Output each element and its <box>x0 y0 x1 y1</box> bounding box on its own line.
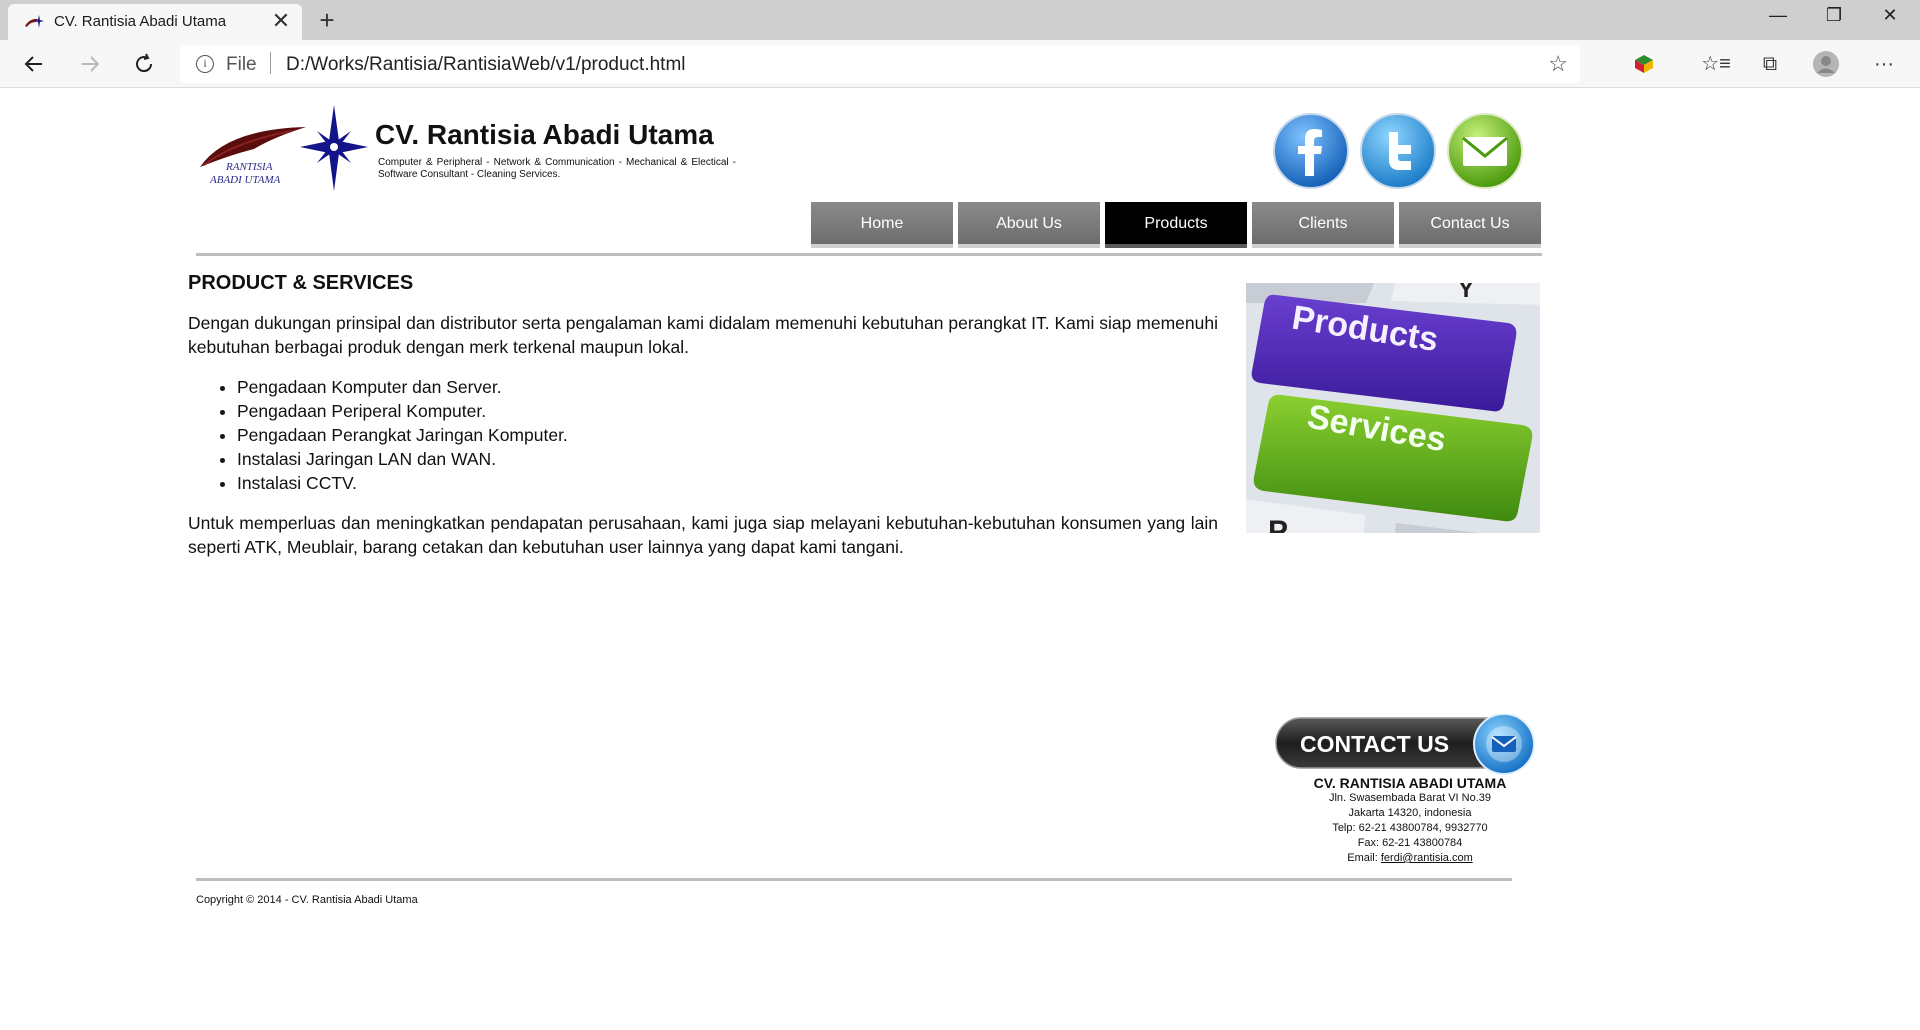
collections-icon: ⧉ <box>1762 53 1778 75</box>
favorites-button[interactable]: ☆≡ <box>1698 48 1734 80</box>
browser-tabstrip: CV. Rantisia Abadi Utama ✕ + — ❐ ✕ <box>0 0 1920 40</box>
site-title: CV. Rantisia Abadi Utama <box>375 119 714 150</box>
list-item: Instalasi Jaringan LAN dan WAN. <box>237 447 1218 471</box>
company-contact-info: CV. RANTISIA ABADI UTAMA Jln. Swasembada… <box>1276 775 1544 866</box>
facebook-link[interactable] <box>1272 112 1350 190</box>
menu-item-products[interactable]: Products <box>1105 202 1247 248</box>
company-address-line1: Jln. Swasembada Barat VI No.39 <box>1328 792 1492 804</box>
extension-button[interactable] <box>1626 48 1662 80</box>
contact-us-banner[interactable]: CONTACT US <box>1274 714 1550 780</box>
tab-close-icon[interactable]: ✕ <box>270 10 292 32</box>
company-fax: Fax: 62-21 43800784 <box>1357 837 1463 849</box>
refresh-icon <box>136 53 153 73</box>
main-content: PRODUCT & SERVICES Dengan dukungan prins… <box>188 272 1218 559</box>
new-tab-button[interactable]: + <box>312 6 342 34</box>
menu-item-clients[interactable]: Clients <box>1252 202 1394 248</box>
info-icon[interactable]: i <box>196 55 214 73</box>
url-text[interactable]: D:/Works/Rantisia/RantisiaWeb/v1/product… <box>286 54 686 76</box>
back-button[interactable] <box>16 48 52 80</box>
restore-button[interactable]: ❐ <box>1806 0 1862 34</box>
list-item: Instalasi CCTV. <box>237 471 1218 495</box>
refresh-button[interactable] <box>126 48 162 80</box>
company-name: CV. RANTISIA ABADI UTAMA <box>1313 775 1507 791</box>
logo-text-line1: RANTISIA <box>225 161 273 173</box>
back-icon <box>24 56 42 72</box>
email-label: Email: <box>1347 852 1378 864</box>
menu-item-about-us[interactable]: About Us <box>958 202 1100 248</box>
list-item: Pengadaan Periperal Komputer. <box>237 399 1218 423</box>
svg-text:P: P <box>1268 515 1288 533</box>
profile-icon <box>1813 51 1839 77</box>
favorite-star-icon[interactable]: ☆ <box>1548 51 1568 77</box>
email-link[interactable] <box>1446 112 1524 190</box>
company-address-line2: Jakarta 14320, indonesia <box>1348 807 1472 819</box>
header-divider <box>196 253 1542 256</box>
minimize-button[interactable]: — <box>1750 0 1806 34</box>
email-icon <box>1447 113 1523 189</box>
url-scheme: File <box>226 54 257 75</box>
company-logo: RANTISIA ABADI UTAMA <box>200 105 368 191</box>
page-title: PRODUCT & SERVICES <box>188 272 414 294</box>
menu-item-home[interactable]: Home <box>811 202 953 248</box>
company-telephone: Telp: 62-21 43800784, 9932770 <box>1332 822 1488 834</box>
site-favicon-icon <box>25 15 44 28</box>
forward-icon <box>82 56 100 72</box>
web-page: RANTISIA ABADI UTAMA CV. Rantisia Abadi … <box>0 89 1920 1030</box>
list-item: Pengadaan Perangkat Jaringan Komputer. <box>237 423 1218 447</box>
menu-item-contact-us[interactable]: Contact Us <box>1399 202 1541 248</box>
svg-text:Y: Y <box>1458 283 1474 303</box>
favorites-icon: ☆≡ <box>1701 53 1731 75</box>
more-icon: ··· <box>1874 53 1894 75</box>
profile-button[interactable] <box>1808 48 1844 80</box>
tab-title: CV. Rantisia Abadi Utama <box>54 13 227 30</box>
more-button[interactable]: ··· <box>1866 48 1902 80</box>
services-list: Pengadaan Komputer dan Server. Pengadaan… <box>237 375 1218 495</box>
site-tagline: Computer & Peripheral - Network & Commun… <box>378 157 736 180</box>
close-window-button[interactable]: ✕ <box>1862 0 1918 34</box>
extension-icon <box>1635 55 1653 73</box>
email-link-text[interactable]: ferdi@rantisia.com <box>1381 852 1473 864</box>
collections-button[interactable]: ⧉ <box>1752 48 1788 80</box>
browser-tab[interactable]: CV. Rantisia Abadi Utama ✕ <box>8 4 302 40</box>
company-email-row: Email: ferdi@rantisia.com <box>1276 851 1544 866</box>
address-bar[interactable]: i File D:/Works/Rantisia/RantisiaWeb/v1/… <box>180 45 1580 83</box>
url-separator <box>270 52 271 74</box>
copyright-text: Copyright © 2014 - CV. Rantisia Abadi Ut… <box>196 894 418 906</box>
products-services-image: Y Products Services P <box>1246 283 1540 533</box>
contact-banner-label: CONTACT US <box>1300 731 1449 757</box>
forward-button[interactable] <box>72 48 108 80</box>
intro-paragraph: Dengan dukungan prinsipal dan distributo… <box>188 313 1218 357</box>
twitter-icon <box>1360 113 1436 189</box>
footer-divider <box>196 878 1512 881</box>
list-item: Pengadaan Komputer dan Server. <box>237 375 1218 399</box>
browser-toolbar: i File D:/Works/Rantisia/RantisiaWeb/v1/… <box>0 40 1920 88</box>
twitter-link[interactable] <box>1359 112 1437 190</box>
logo-text-line2: ABADI UTAMA <box>209 174 281 186</box>
facebook-icon <box>1273 113 1349 189</box>
outro-paragraph: Untuk memperluas dan meningkatkan pendap… <box>188 513 1218 557</box>
